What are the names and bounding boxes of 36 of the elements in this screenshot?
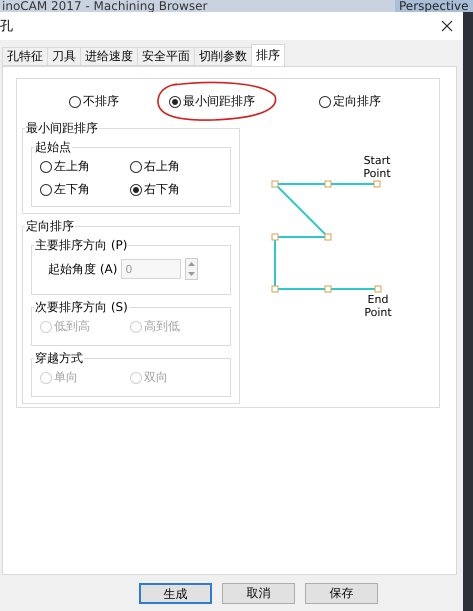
group-title: 最小间距排序 [25,120,99,137]
start-point-label: Start Point [363,154,391,180]
radio-circle-icon[interactable] [130,184,142,196]
group-title: 定向排序 [25,218,75,235]
tab[interactable]: 安全平面 [137,47,195,66]
radio-circle-icon[interactable] [319,96,331,108]
radio-button[interactable]: 定向排序 [319,93,419,110]
group-title: 起始点 [34,139,72,156]
dialog-button[interactable]: 取消 [222,582,295,604]
dialog-title: 孔 [0,18,13,35]
tab[interactable]: 排序 [251,44,285,66]
angle-label: 起始角度 (A) [48,260,118,278]
radio-circle-icon[interactable] [130,160,142,172]
radio-circle-icon[interactable] [40,160,52,172]
spin-button[interactable] [185,258,198,280]
dialog-button[interactable]: 生成 [139,582,212,604]
tab[interactable]: 刀具 [47,47,81,66]
radio-button[interactable]: 最小间距排序 [169,93,319,110]
radio-button[interactable]: 左上角 [40,158,130,175]
radio-circle-icon[interactable] [40,184,52,196]
group-title: 穿越方式 [34,350,84,367]
radio-button[interactable]: 右下角 [130,181,220,198]
group-title: 主要排序方向 (P) [34,237,128,254]
tab[interactable]: 进给速度 [80,47,138,66]
group-title: 次要排序方向 (S) [34,299,129,316]
tab[interactable]: 孔特征 [2,47,48,66]
radio-circle-icon[interactable] [69,96,81,108]
radio-button[interactable]: 右上角 [130,158,220,175]
down-arrow-icon [188,272,196,276]
up-arrow-icon [188,262,196,266]
radio-button[interactable]: 左下角 [40,181,130,198]
radio-circle-icon[interactable] [169,96,181,108]
tab[interactable]: 切削参数 [194,47,252,66]
radio-button[interactable]: 不排序 [69,93,169,110]
dialog-button[interactable]: 保存 [305,582,378,604]
end-point-label: End Point [364,293,392,319]
